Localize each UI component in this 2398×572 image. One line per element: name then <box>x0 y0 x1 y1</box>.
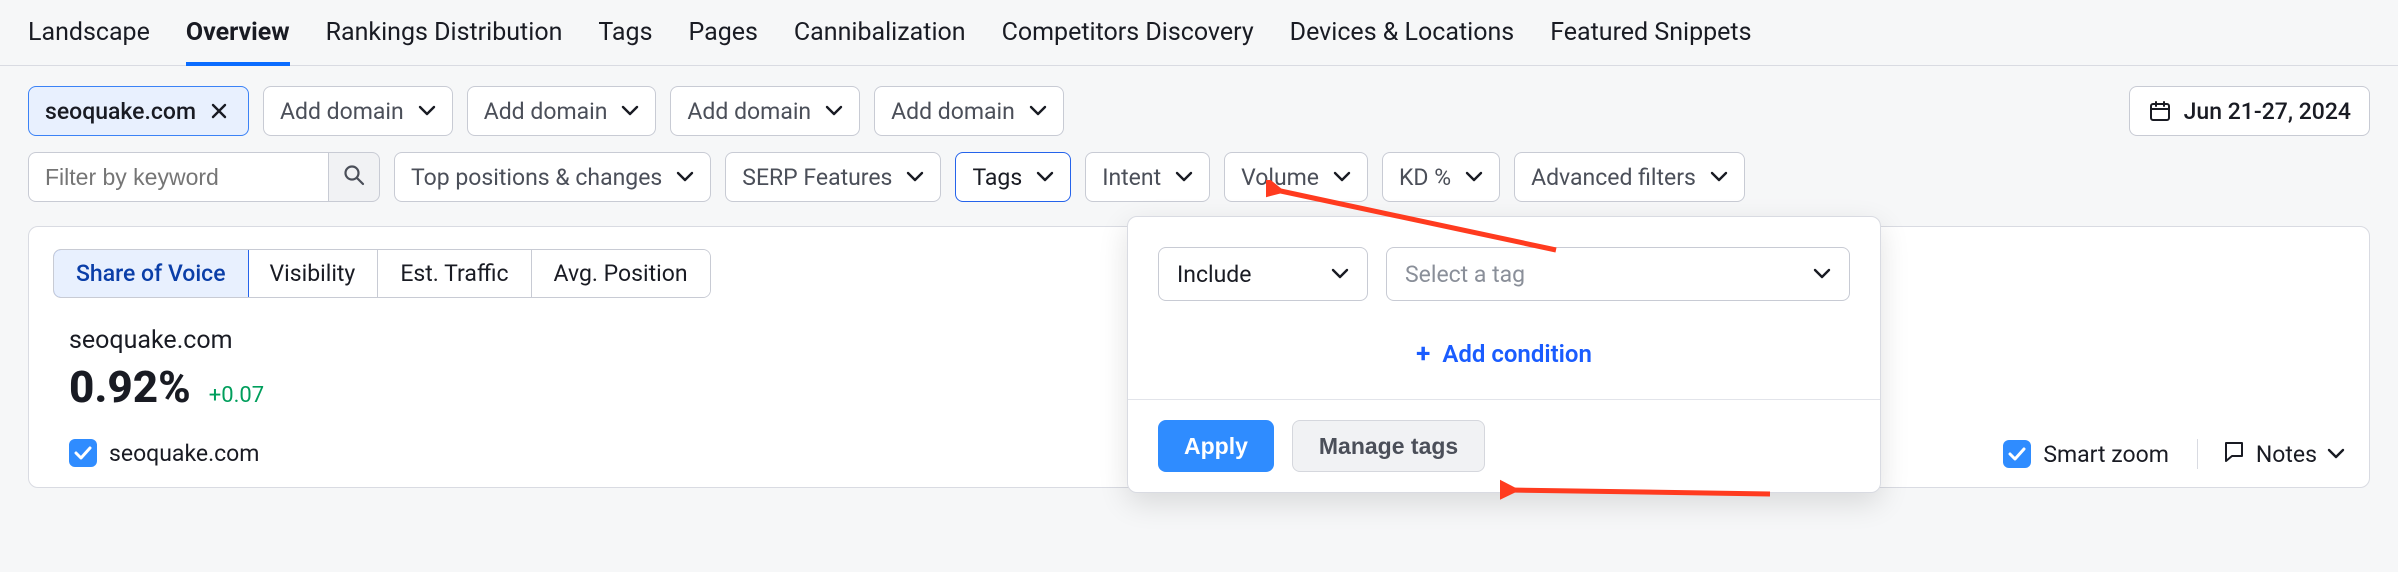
card-footer: Smart zoom Notes <box>2003 439 2345 469</box>
add-domain-4[interactable]: Add domain <box>874 86 1064 136</box>
note-icon <box>2222 439 2246 469</box>
chevron-down-icon <box>1813 268 1831 280</box>
legend-label: seoquake.com <box>109 440 259 467</box>
chevron-down-icon <box>2327 448 2345 460</box>
chevron-down-icon <box>1333 171 1351 183</box>
tags-mode-select[interactable]: Include <box>1158 247 1368 301</box>
filter-serp-features[interactable]: SERP Features <box>725 152 941 202</box>
notes-label: Notes <box>2256 441 2317 468</box>
tag-picker[interactable]: Select a tag <box>1386 247 1850 301</box>
chevron-down-icon <box>1331 268 1349 280</box>
chevron-down-icon <box>1465 171 1483 183</box>
tab-featured-snippets[interactable]: Featured Snippets <box>1550 12 1751 65</box>
metric-tabs: Share of Voice Visibility Est. Traffic A… <box>53 249 711 298</box>
filter-intent[interactable]: Intent <box>1085 152 1210 202</box>
filter-volume[interactable]: Volume <box>1224 152 1368 202</box>
filter-label: Intent <box>1102 164 1161 191</box>
tab-devices-locations[interactable]: Devices & Locations <box>1290 12 1515 65</box>
filter-tags[interactable]: Tags <box>955 152 1071 202</box>
filter-label: KD % <box>1399 164 1451 191</box>
checkbox-checked-icon[interactable] <box>2003 440 2031 468</box>
chevron-down-icon <box>418 105 436 117</box>
chevron-down-icon <box>906 171 924 183</box>
tags-dropdown-panel: Include Select a tag + Add condition App… <box>1127 216 1881 493</box>
add-domain-label: Add domain <box>280 98 404 125</box>
metric-delta: +0.07 <box>209 383 264 408</box>
tags-mode-value: Include <box>1177 261 1251 288</box>
add-condition-button[interactable]: + Add condition <box>1416 339 1592 369</box>
filter-label: Advanced filters <box>1531 164 1696 191</box>
date-range-text: Jun 21-27, 2024 <box>2184 98 2351 125</box>
tab-pages[interactable]: Pages <box>688 12 757 65</box>
filter-top-positions[interactable]: Top positions & changes <box>394 152 711 202</box>
smart-zoom-label: Smart zoom <box>2043 441 2169 468</box>
tab-tags[interactable]: Tags <box>598 12 652 65</box>
apply-button[interactable]: Apply <box>1158 420 1274 472</box>
search-icon <box>343 164 365 190</box>
chevron-down-icon <box>825 105 843 117</box>
calendar-icon <box>2148 99 2172 123</box>
add-domain-label: Add domain <box>891 98 1015 125</box>
tag-picker-placeholder: Select a tag <box>1405 261 1525 288</box>
filter-label: Top positions & changes <box>411 164 662 191</box>
tab-rankings-distribution[interactable]: Rankings Distribution <box>326 12 563 65</box>
add-domain-label: Add domain <box>484 98 608 125</box>
tab-cannibalization[interactable]: Cannibalization <box>794 12 966 65</box>
manage-tags-button[interactable]: Manage tags <box>1292 420 1485 472</box>
chevron-down-icon <box>1029 105 1047 117</box>
metric-tab-est-traffic[interactable]: Est. Traffic <box>378 250 531 297</box>
checkbox-checked-icon[interactable] <box>69 439 97 467</box>
metric-tab-visibility[interactable]: Visibility <box>248 250 379 297</box>
add-domain-1[interactable]: Add domain <box>263 86 453 136</box>
filter-advanced[interactable]: Advanced filters <box>1514 152 1745 202</box>
domain-chip-label: seoquake.com <box>45 98 196 125</box>
keyword-search <box>28 152 380 202</box>
close-icon[interactable] <box>206 98 232 124</box>
toolbar: seoquake.com Add domain Add domain Add d… <box>0 66 2398 202</box>
filter-kd[interactable]: KD % <box>1382 152 1500 202</box>
smart-zoom-toggle[interactable]: Smart zoom <box>2003 440 2169 468</box>
tab-landscape[interactable]: Landscape <box>28 12 150 65</box>
date-range-picker[interactable]: Jun 21-27, 2024 <box>2129 86 2370 136</box>
chevron-down-icon <box>621 105 639 117</box>
chevron-down-icon <box>676 171 694 183</box>
domain-chip-primary[interactable]: seoquake.com <box>28 86 249 136</box>
filter-label: Volume <box>1241 164 1319 191</box>
metric-value: 0.92% <box>69 361 191 413</box>
add-domain-label: Add domain <box>687 98 811 125</box>
add-domain-2[interactable]: Add domain <box>467 86 657 136</box>
chevron-down-icon <box>1036 171 1054 183</box>
search-button[interactable] <box>328 152 380 202</box>
plus-icon: + <box>1416 339 1430 369</box>
main-tabs: Landscape Overview Rankings Distribution… <box>0 0 2398 66</box>
metric-tab-share-of-voice[interactable]: Share of Voice <box>53 249 249 298</box>
notes-button[interactable]: Notes <box>2197 439 2345 469</box>
tab-competitors-discovery[interactable]: Competitors Discovery <box>1002 12 1254 65</box>
keyword-input[interactable] <box>28 152 328 202</box>
filter-label: Tags <box>972 164 1022 191</box>
chevron-down-icon <box>1175 171 1193 183</box>
filter-label: SERP Features <box>742 164 892 191</box>
chevron-down-icon <box>1710 171 1728 183</box>
tab-overview[interactable]: Overview <box>186 12 290 65</box>
metric-tab-avg-position[interactable]: Avg. Position <box>532 250 710 297</box>
add-domain-3[interactable]: Add domain <box>670 86 860 136</box>
add-condition-label: Add condition <box>1442 340 1592 368</box>
